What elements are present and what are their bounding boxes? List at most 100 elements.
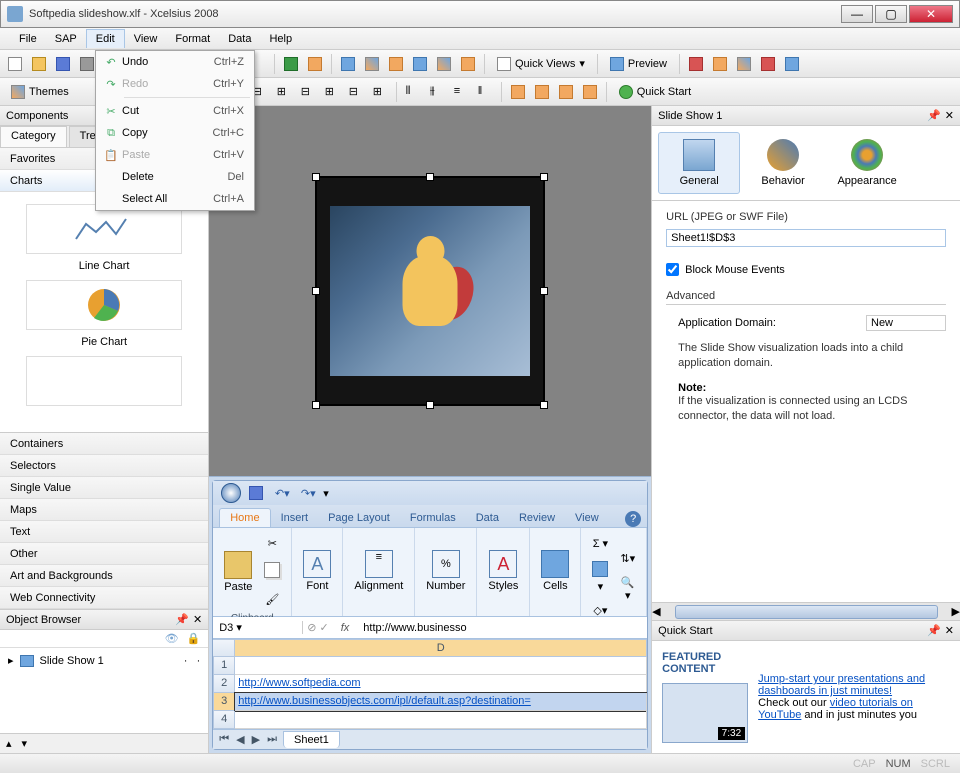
pin-icon[interactable]: 📌 [927,109,941,122]
tab-behavior[interactable]: Behavior [742,132,824,194]
tb-btn[interactable] [433,53,455,75]
align-button[interactable]: ⊞ [321,81,343,103]
distribute-button[interactable]: ⫴ [402,81,424,103]
qat-undo[interactable]: ↶▾ [271,482,293,504]
chart-thumb[interactable] [26,356,182,406]
styles-button[interactable]: AStyles [483,545,523,597]
nav-down-icon[interactable]: ▾ [22,737,28,750]
menu-undo[interactable]: ↶UndoCtrl+Z [96,51,254,73]
font-button[interactable]: AFont [298,545,336,597]
pie-chart-thumb[interactable] [26,280,182,330]
category-selectors[interactable]: Selectors [0,455,208,477]
category-art-backgrounds[interactable]: Art and Backgrounds [0,565,208,587]
selected-object[interactable] [315,176,545,406]
menu-data[interactable]: Data [219,30,260,48]
arrange-button[interactable] [531,81,553,103]
qat-redo[interactable]: ↷▾ [297,482,319,504]
tb-btn[interactable] [409,53,431,75]
name-box[interactable]: D3 ▾ [213,621,303,634]
expand-icon[interactable]: ▸ [8,654,14,667]
menu-file[interactable]: File [10,30,46,48]
menu-copy[interactable]: ⧉CopyCtrl+C [96,122,254,144]
spreadsheet-grid[interactable]: D 1 2 http://www.softpedia.com 3 http://… [213,639,647,729]
resize-handle[interactable] [540,173,548,181]
tb-btn[interactable] [361,53,383,75]
tab-general[interactable]: General [658,132,740,194]
ribbon-tab-home[interactable]: Home [219,508,270,527]
qat-save[interactable] [245,482,267,504]
resize-handle[interactable] [312,287,320,295]
align-button[interactable]: ⊞ [369,81,391,103]
line-chart-thumb[interactable] [26,204,182,254]
resize-handle[interactable] [540,287,548,295]
fill-button[interactable]: ▾ [587,556,613,598]
arrange-button[interactable] [507,81,529,103]
ribbon-tab-review[interactable]: Review [509,509,565,527]
canvas[interactable] [209,106,651,476]
resize-handle[interactable] [426,401,434,409]
sheet-tab-1[interactable]: Sheet1 [283,731,340,748]
tb-btn[interactable] [304,53,326,75]
nav-up-icon[interactable]: ▴ [6,737,12,750]
video-thumbnail[interactable]: 7:32 [662,683,748,743]
url-input[interactable] [666,229,946,247]
tb-btn[interactable] [685,53,707,75]
qat-more-icon[interactable]: ▾ [323,487,329,500]
help-icon[interactable]: ? [625,511,641,527]
ribbon-tab-formulas[interactable]: Formulas [400,509,466,527]
pin-icon[interactable]: 📌 [927,624,941,637]
office-button[interactable] [221,483,241,503]
menu-help[interactable]: Help [260,30,301,48]
distribute-button[interactable]: ‖ [474,81,496,103]
sheet-nav-last[interactable]: ⏭ [265,733,279,746]
tb-btn[interactable] [457,53,479,75]
row-header-2[interactable]: 2 [213,675,235,693]
sheet-nav-prev[interactable]: ◀ [234,733,246,746]
quick-start-button[interactable]: Quick Start [612,81,698,103]
ribbon-tab-data[interactable]: Data [466,509,509,527]
cell-d1[interactable] [235,657,647,675]
resize-handle[interactable] [312,173,320,181]
resize-handle[interactable] [426,173,434,181]
align-button[interactable]: ⊟ [345,81,367,103]
distribute-button[interactable]: ⫵ [426,81,448,103]
category-maps[interactable]: Maps [0,499,208,521]
featured-link-1[interactable]: Jump-start your presentations and dashbo… [758,673,925,697]
tab-appearance[interactable]: Appearance [826,132,908,194]
number-button[interactable]: %Number [421,545,470,597]
tab-category[interactable]: Category [0,126,67,147]
pin-icon[interactable]: 📌 [175,613,189,626]
cell-d3[interactable]: http://www.businessobjects.com/ipl/defau… [235,693,647,711]
resize-handle[interactable] [312,401,320,409]
sort-button[interactable]: ⇅▾ [615,547,640,570]
arrange-button[interactable] [555,81,577,103]
object-slide-show[interactable]: ▸ Slide Show 1 · · [4,652,204,669]
row-header-3[interactable]: 3 [213,693,235,711]
category-text[interactable]: Text [0,521,208,543]
tb-btn[interactable] [337,53,359,75]
category-web-connectivity[interactable]: Web Connectivity [0,587,208,609]
tb-btn[interactable] [733,53,755,75]
tb-btn[interactable] [781,53,803,75]
copy-button[interactable] [259,557,285,586]
themes-button[interactable]: Themes [4,81,76,103]
sheet-nav-next[interactable]: ▶ [250,733,262,746]
cell-d4[interactable] [235,711,647,729]
cut-button[interactable]: ✂ [259,532,285,555]
app-domain-select[interactable]: New [866,315,946,331]
menu-delete[interactable]: DeleteDel [96,166,254,188]
resize-handle[interactable] [540,401,548,409]
maximize-button[interactable]: ▢ [875,5,907,23]
tb-btn[interactable] [757,53,779,75]
row-header-1[interactable]: 1 [213,657,235,675]
menu-edit[interactable]: Edit [86,29,125,48]
category-single-value[interactable]: Single Value [0,477,208,499]
find-button[interactable]: 🔍▾ [615,571,640,607]
menu-redo[interactable]: ↷RedoCtrl+Y [96,73,254,95]
row-header-4[interactable]: 4 [213,711,235,729]
alignment-button[interactable]: ≡Alignment [349,545,408,597]
save-button[interactable] [52,53,74,75]
menu-paste[interactable]: 📋PasteCtrl+V [96,144,254,166]
align-button[interactable]: ⊞ [273,81,295,103]
close-button[interactable]: ✕ [909,5,953,23]
